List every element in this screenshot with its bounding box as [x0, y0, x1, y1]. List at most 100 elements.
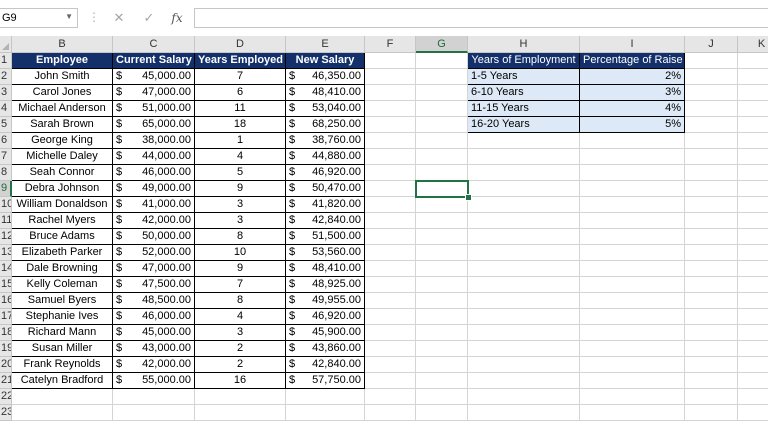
cell-h8[interactable] — [468, 165, 580, 181]
cell-i13[interactable] — [580, 245, 685, 261]
lookup-header[interactable]: Years of Employment — [468, 53, 580, 69]
cell-f19[interactable] — [365, 341, 416, 357]
cell-i19[interactable] — [580, 341, 685, 357]
cell-j19[interactable] — [685, 341, 738, 357]
cell-k19[interactable] — [738, 341, 768, 357]
cell-f2[interactable] — [365, 69, 416, 85]
years-employed-cell[interactable]: 9 — [195, 261, 286, 277]
cell-h7[interactable] — [468, 149, 580, 165]
cell-k1[interactable] — [738, 53, 768, 69]
row-header-6[interactable]: 6 — [0, 133, 12, 149]
lookup-range-cell[interactable]: 1-5 Years — [468, 69, 580, 85]
cell-h19[interactable] — [468, 341, 580, 357]
cell-i22[interactable] — [580, 389, 685, 405]
new-salary-cell[interactable]: $45,900.00 — [286, 325, 365, 341]
cell-h17[interactable] — [468, 309, 580, 325]
years-employed-cell[interactable]: 1 — [195, 133, 286, 149]
cell-k11[interactable] — [738, 213, 768, 229]
cell-i20[interactable] — [580, 357, 685, 373]
years-employed-cell[interactable]: 8 — [195, 229, 286, 245]
cell-g15[interactable] — [416, 277, 468, 293]
cell-h20[interactable] — [468, 357, 580, 373]
cell-j14[interactable] — [685, 261, 738, 277]
cell-i12[interactable] — [580, 229, 685, 245]
current-salary-cell[interactable]: $42,000.00 — [113, 213, 195, 229]
cell-j1[interactable] — [685, 53, 738, 69]
cell-g20[interactable] — [416, 357, 468, 373]
cell-g14[interactable] — [416, 261, 468, 277]
cell-c23[interactable] — [113, 405, 195, 421]
cell-j17[interactable] — [685, 309, 738, 325]
drag-handle-icon[interactable]: ⋮ — [88, 10, 100, 24]
new-salary-cell[interactable]: $57,750.00 — [286, 373, 365, 389]
row-header-14[interactable]: 14 — [0, 261, 12, 277]
years-employed-cell[interactable]: 3 — [195, 213, 286, 229]
current-salary-cell[interactable]: $52,000.00 — [113, 245, 195, 261]
new-salary-cell[interactable]: $49,955.00 — [286, 293, 365, 309]
cell-g2[interactable] — [416, 69, 468, 85]
cell-g4[interactable] — [416, 101, 468, 117]
insert-function-icon[interactable]: fx — [168, 9, 186, 27]
cell-h16[interactable] — [468, 293, 580, 309]
years-employed-cell[interactable]: 16 — [195, 373, 286, 389]
cell-g22[interactable] — [416, 389, 468, 405]
cell-g17[interactable] — [416, 309, 468, 325]
cell-f15[interactable] — [365, 277, 416, 293]
cell-g3[interactable] — [416, 85, 468, 101]
years-employed-cell[interactable]: 7 — [195, 69, 286, 85]
cell-k5[interactable] — [738, 117, 768, 133]
cell-k8[interactable] — [738, 165, 768, 181]
cell-j7[interactable] — [685, 149, 738, 165]
cell-i10[interactable] — [580, 197, 685, 213]
cell-g23[interactable] — [416, 405, 468, 421]
cell-k4[interactable] — [738, 101, 768, 117]
cell-i11[interactable] — [580, 213, 685, 229]
cell-g5[interactable] — [416, 117, 468, 133]
lookup-range-cell[interactable]: 6-10 Years — [468, 85, 580, 101]
cell-k17[interactable] — [738, 309, 768, 325]
row-header-15[interactable]: 15 — [0, 277, 12, 293]
current-salary-cell[interactable]: $38,000.00 — [113, 133, 195, 149]
cell-k14[interactable] — [738, 261, 768, 277]
new-salary-cell[interactable]: $46,920.00 — [286, 165, 365, 181]
cell-k23[interactable] — [738, 405, 768, 421]
years-employed-cell[interactable]: 11 — [195, 101, 286, 117]
cell-h18[interactable] — [468, 325, 580, 341]
cell-j12[interactable] — [685, 229, 738, 245]
cell-f8[interactable] — [365, 165, 416, 181]
cell-h14[interactable] — [468, 261, 580, 277]
cell-g12[interactable] — [416, 229, 468, 245]
row-header-23[interactable]: 23 — [0, 405, 12, 421]
row-header-1[interactable]: 1 — [0, 53, 12, 69]
cell-h21[interactable] — [468, 373, 580, 389]
row-header-10[interactable]: 10 — [0, 197, 12, 213]
employee-name-cell[interactable]: Sarah Brown — [12, 117, 113, 133]
chevron-down-icon[interactable]: ▼ — [65, 12, 73, 21]
table-header[interactable]: Current Salary — [113, 53, 195, 69]
cell-j9[interactable] — [685, 181, 738, 197]
employee-name-cell[interactable]: Seah Connor — [12, 165, 113, 181]
cell-k22[interactable] — [738, 389, 768, 405]
cell-f22[interactable] — [365, 389, 416, 405]
cell-f6[interactable] — [365, 133, 416, 149]
employee-name-cell[interactable]: Kelly Coleman — [12, 277, 113, 293]
current-salary-cell[interactable]: $44,000.00 — [113, 149, 195, 165]
employee-name-cell[interactable]: Frank Reynolds — [12, 357, 113, 373]
table-header[interactable]: Employee — [12, 53, 113, 69]
row-header-18[interactable]: 18 — [0, 325, 12, 341]
current-salary-cell[interactable]: $47,000.00 — [113, 261, 195, 277]
cell-j11[interactable] — [685, 213, 738, 229]
row-header-3[interactable]: 3 — [0, 85, 12, 101]
current-salary-cell[interactable]: $46,000.00 — [113, 309, 195, 325]
cell-i7[interactable] — [580, 149, 685, 165]
current-salary-cell[interactable]: $51,000.00 — [113, 101, 195, 117]
current-salary-cell[interactable]: $45,000.00 — [113, 69, 195, 85]
cell-i6[interactable] — [580, 133, 685, 149]
years-employed-cell[interactable]: 3 — [195, 197, 286, 213]
enter-icon[interactable]: ✓ — [140, 9, 158, 27]
cell-j18[interactable] — [685, 325, 738, 341]
cell-j23[interactable] — [685, 405, 738, 421]
column-header-i[interactable]: I — [580, 36, 685, 53]
years-employed-cell[interactable]: 9 — [195, 181, 286, 197]
cell-b22[interactable] — [12, 389, 113, 405]
